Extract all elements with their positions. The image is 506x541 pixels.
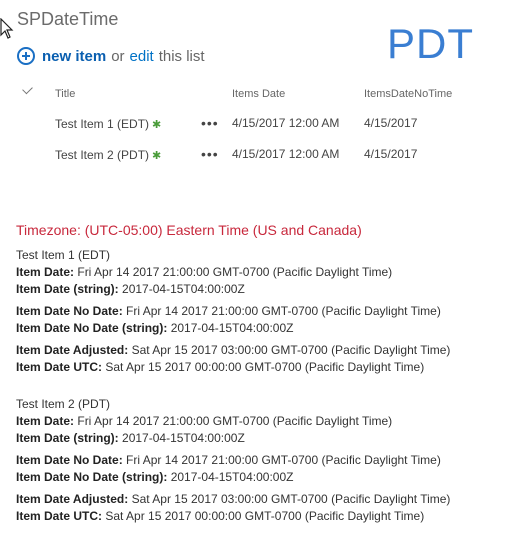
ellipsis-menu-icon[interactable]: •••: [201, 146, 219, 162]
detail-line: Item Date No Date (string): 2017-04-15T0…: [16, 470, 294, 484]
edit-link[interactable]: edit: [130, 48, 154, 65]
select-all-check-icon[interactable]: [22, 83, 33, 95]
column-header-items-date-no-time[interactable]: ItemsDateNoTime: [364, 88, 452, 100]
list-actions: new item or edit this list: [17, 45, 205, 67]
detail-line: Item Date Adjusted: Sat Apr 15 2017 03:0…: [16, 343, 451, 357]
detail-line: Item Date: Fri Apr 14 2017 21:00:00 GMT-…: [16, 414, 393, 428]
new-item-link[interactable]: new item: [42, 48, 106, 65]
detail-item-name: Test Item 1 (EDT): [16, 248, 111, 262]
row-items-date: 4/15/2017 12:00 AM: [232, 116, 340, 130]
table-row[interactable]: Test Item 2 (PDT) ✱: [55, 148, 161, 162]
new-item-spark-icon: ✱: [152, 119, 162, 131]
column-header-title[interactable]: Title: [55, 88, 75, 100]
column-header-items-date[interactable]: Items Date: [232, 88, 285, 100]
site-title[interactable]: SPDateTime: [17, 9, 118, 30]
detail-line: Item Date (string): 2017-04-15T04:00:00Z: [16, 282, 245, 296]
this-list-text: this list: [158, 47, 205, 65]
detail-line: Item Date Adjusted: Sat Apr 15 2017 03:0…: [16, 492, 451, 506]
row-items-date-no-time: 4/15/2017: [364, 116, 418, 130]
row-title-link[interactable]: Test Item 1 (EDT): [55, 117, 149, 131]
detail-line: Item Date UTC: Sat Apr 15 2017 00:00:00 …: [16, 509, 425, 523]
mouse-cursor-icon: [0, 18, 14, 39]
row-items-date-no-time: 4/15/2017: [364, 147, 418, 161]
detail-line: Item Date No Date: Fri Apr 14 2017 21:00…: [16, 453, 441, 467]
detail-line: Item Date No Date: Fri Apr 14 2017 21:00…: [16, 304, 441, 318]
detail-line: Item Date UTC: Sat Apr 15 2017 00:00:00 …: [16, 360, 425, 374]
detail-item-name: Test Item 2 (PDT): [16, 397, 111, 411]
timezone-heading: Timezone: (UTC-05:00) Eastern Time (US a…: [16, 222, 362, 238]
ellipsis-menu-icon[interactable]: •••: [201, 115, 219, 131]
table-row[interactable]: Test Item 1 (EDT) ✱: [55, 117, 161, 131]
or-text: or: [111, 47, 125, 65]
timezone-badge: PDT: [387, 20, 474, 67]
row-items-date: 4/15/2017 12:00 AM: [232, 147, 340, 161]
row-title-link[interactable]: Test Item 2 (PDT): [55, 148, 149, 162]
plus-circle-icon[interactable]: [17, 47, 35, 65]
detail-line: Item Date No Date (string): 2017-04-15T0…: [16, 321, 294, 335]
detail-line: Item Date (string): 2017-04-15T04:00:00Z: [16, 431, 245, 445]
new-item-spark-icon: ✱: [152, 150, 162, 162]
detail-line: Item Date: Fri Apr 14 2017 21:00:00 GMT-…: [16, 265, 393, 279]
